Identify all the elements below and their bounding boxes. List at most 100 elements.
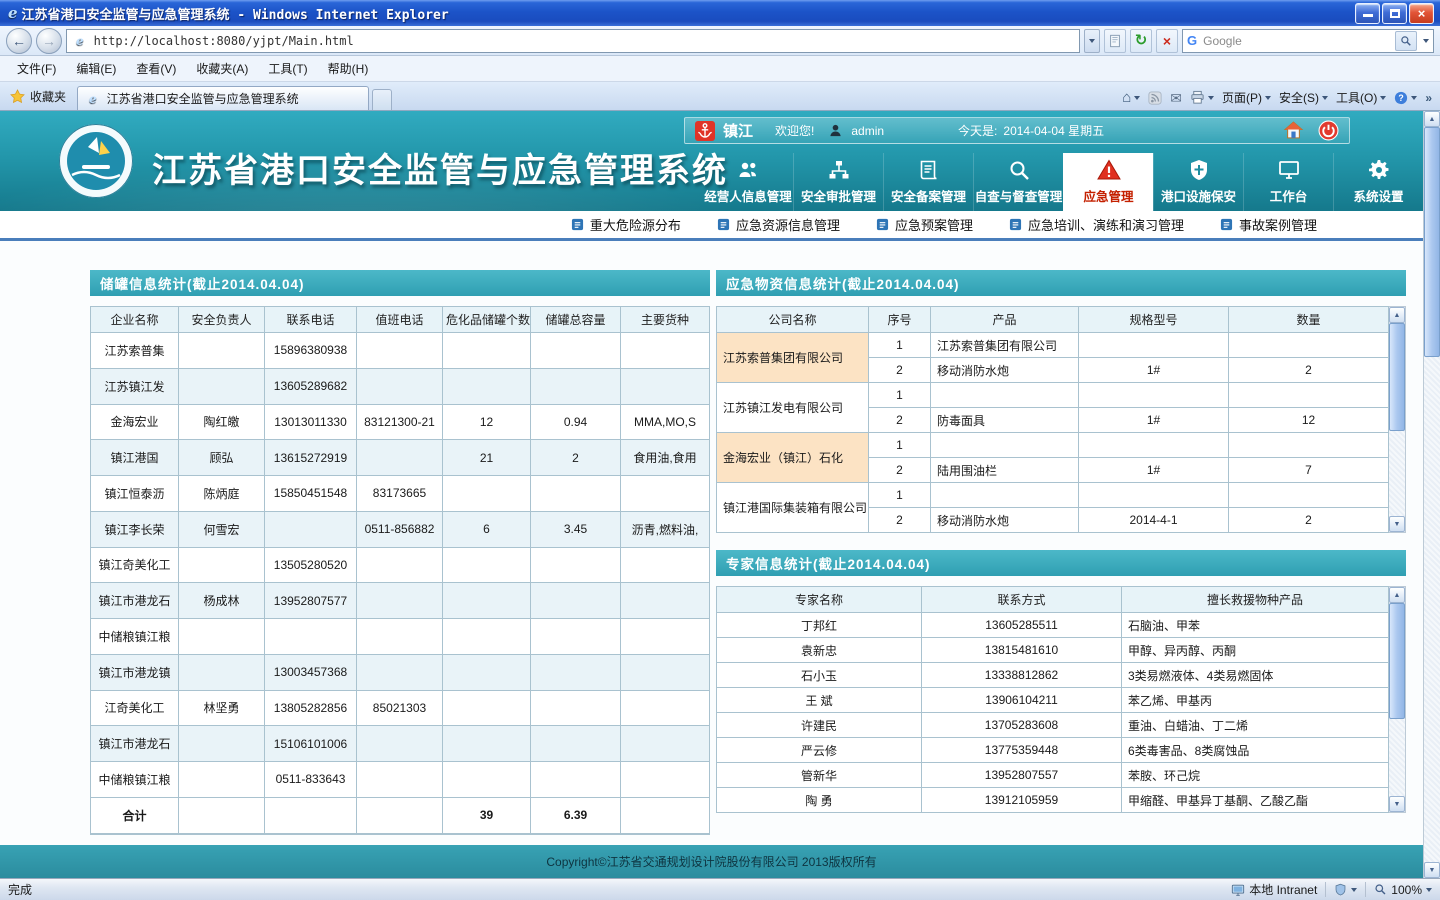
table-row[interactable]: 中储粮镇江粮0511-833643 bbox=[91, 762, 710, 798]
forward-button[interactable]: → bbox=[36, 28, 62, 54]
logout-power-icon[interactable] bbox=[1318, 120, 1339, 141]
org-chart-icon bbox=[827, 158, 851, 182]
scroll-thumb[interactable] bbox=[1389, 323, 1405, 431]
subnav-item-hazard-map[interactable]: 重大危险源分布 bbox=[571, 215, 681, 234]
table-row[interactable]: 袁新忠13815481610甲醇、异丙醇、丙酮 bbox=[717, 638, 1389, 663]
table-cell bbox=[443, 476, 531, 512]
scroll-up-icon[interactable]: ▲ bbox=[1389, 307, 1405, 323]
table-row[interactable]: 金海宏业陶红皦1301301133083121300-21120.94MMA,M… bbox=[91, 404, 710, 440]
table-row[interactable]: 镇江市港龙石杨成林13952807577 bbox=[91, 583, 710, 619]
scroll-up-icon[interactable]: ▲ bbox=[1389, 587, 1405, 603]
menu-tools[interactable]: 工具(T) bbox=[259, 56, 316, 81]
menu-help[interactable]: 帮助(H) bbox=[319, 56, 378, 81]
nav-label: 系统设置 bbox=[1353, 186, 1403, 205]
table-row[interactable]: 丁邦红13605285511石脑油、甲苯 bbox=[717, 613, 1389, 638]
zoom-control[interactable]: 100% bbox=[1374, 883, 1432, 897]
chevron-down-icon bbox=[1411, 96, 1417, 100]
table-row[interactable]: 合计396.39 bbox=[91, 797, 710, 833]
table-row[interactable]: 镇江市港龙石15106101006 bbox=[91, 726, 710, 762]
table-row[interactable]: 江苏镇江发13605289682 bbox=[91, 368, 710, 404]
scroll-thumb[interactable] bbox=[1389, 603, 1405, 719]
nav-item-port-security[interactable]: 港口设施保安 bbox=[1153, 153, 1243, 211]
table-cell bbox=[265, 511, 357, 547]
new-tab-button[interactable] bbox=[372, 89, 392, 110]
toolbar-overflow-button[interactable]: » bbox=[1425, 91, 1432, 105]
table-row[interactable]: 管新华13952807557苯胺、环己烷 bbox=[717, 763, 1389, 788]
scroll-down-icon[interactable]: ▼ bbox=[1389, 796, 1405, 812]
nav-item-operators[interactable]: 经营人信息管理 bbox=[703, 153, 793, 211]
table-row[interactable]: 镇江市港龙镇13003457368 bbox=[91, 654, 710, 690]
page-scrollbar[interactable]: ▲ ▼ bbox=[1423, 111, 1440, 878]
maximize-button[interactable] bbox=[1382, 3, 1407, 24]
scroll-thumb[interactable] bbox=[1424, 127, 1440, 357]
table-row[interactable]: 江奇美化工林坚勇1380528285685021303 bbox=[91, 690, 710, 726]
search-dropdown-icon[interactable] bbox=[1423, 39, 1429, 43]
protected-mode-indicator[interactable] bbox=[1334, 883, 1357, 896]
address-bar[interactable]: e http://localhost:8080/yjpt/Main.html bbox=[66, 29, 1080, 53]
table-row[interactable]: 许建民13705283608重油、白蜡油、丁二烯 bbox=[717, 713, 1389, 738]
search-box[interactable]: G Google bbox=[1182, 29, 1434, 53]
close-button[interactable]: × bbox=[1409, 3, 1434, 24]
table-cell bbox=[931, 433, 1079, 458]
table-cell: 13013011330 bbox=[265, 404, 357, 440]
menu-edit[interactable]: 编辑(E) bbox=[67, 56, 125, 81]
nav-item-safety-approval[interactable]: 安全审批管理 bbox=[793, 153, 883, 211]
nav-item-inspection[interactable]: 自查与督查管理 bbox=[973, 153, 1063, 211]
minimize-button[interactable] bbox=[1355, 3, 1380, 24]
refresh-button[interactable]: ↻ bbox=[1130, 29, 1152, 53]
table-row[interactable]: 王 斌13906104211苯乙烯、甲基丙 bbox=[717, 688, 1389, 713]
subnav-item-plans[interactable]: 应急预案管理 bbox=[876, 215, 973, 234]
table-row[interactable]: 江苏索普集15896380938 bbox=[91, 333, 710, 369]
table-cell bbox=[357, 368, 443, 404]
browser-tab[interactable]: e 江苏省港口安全监管与应急管理系统 bbox=[77, 86, 369, 110]
subnav-item-resources[interactable]: 应急资源信息管理 bbox=[717, 215, 840, 234]
table-cell bbox=[265, 797, 357, 833]
table-row[interactable]: 江苏镇江发电有限公司1 bbox=[717, 383, 1389, 408]
stop-button[interactable]: × bbox=[1156, 29, 1178, 53]
back-button[interactable]: ← bbox=[6, 28, 32, 54]
nav-item-emergency[interactable]: 应急管理 bbox=[1063, 153, 1153, 211]
table-cell: 1 bbox=[869, 383, 931, 408]
company-cell: 镇江港国际集装箱有限公司 bbox=[717, 483, 869, 533]
compatibility-view-button[interactable] bbox=[1104, 29, 1126, 53]
subnav-item-training[interactable]: 应急培训、演练和演习管理 bbox=[1009, 215, 1184, 234]
table-row[interactable]: 江苏索普集团有限公司1江苏索普集团有限公司 bbox=[717, 333, 1389, 358]
table-row[interactable]: 石小玉133388128623类易燃液体、4类易燃固体 bbox=[717, 663, 1389, 688]
table-row[interactable]: 镇江恒泰沥陈炳庭1585045154883173665 bbox=[91, 476, 710, 512]
search-button[interactable] bbox=[1395, 31, 1417, 51]
safety-menu-button[interactable]: 安全(S) bbox=[1279, 89, 1328, 106]
help-button[interactable]: ? bbox=[1394, 91, 1417, 105]
feeds-button[interactable] bbox=[1148, 91, 1162, 105]
table-row[interactable]: 镇江港国顾弘13615272919212食用油,食用 bbox=[91, 440, 710, 476]
table-row[interactable]: 镇江奇美化工13505280520 bbox=[91, 547, 710, 583]
menu-favorites[interactable]: 收藏夹(A) bbox=[187, 56, 257, 81]
scroll-down-icon[interactable]: ▼ bbox=[1389, 516, 1405, 532]
table-row[interactable]: 镇江李长荣何雪宏0511-85688263.45沥青,燃料油, bbox=[91, 511, 710, 547]
status-bar: 完成 本地 Intranet 100% bbox=[0, 878, 1440, 900]
page-menu-button[interactable]: 页面(P) bbox=[1222, 89, 1271, 106]
table-row[interactable]: 严云修137753594486类毒害品、8类腐蚀品 bbox=[717, 738, 1389, 763]
nav-item-safety-record[interactable]: 安全备案管理 bbox=[883, 153, 973, 211]
table-row[interactable]: 金海宏业（镇江）石化1 bbox=[717, 433, 1389, 458]
table-row[interactable]: 镇江港国际集装箱有限公司1 bbox=[717, 483, 1389, 508]
menu-file[interactable]: 文件(F) bbox=[8, 56, 65, 81]
table-row[interactable]: 陶 勇13912105959甲缩醛、甲基异丁基酮、乙酸乙酯 bbox=[717, 788, 1389, 813]
date-value: 2014-04-04 星期五 bbox=[1003, 122, 1104, 139]
scroll-up-icon[interactable]: ▲ bbox=[1424, 111, 1440, 127]
print-button[interactable] bbox=[1190, 90, 1214, 105]
experts-scrollbar[interactable]: ▲ ▼ bbox=[1389, 586, 1406, 813]
favorites-button[interactable]: 收藏夹 bbox=[4, 84, 74, 110]
menu-view[interactable]: 查看(V) bbox=[127, 56, 185, 81]
read-mail-button[interactable]: ✉ bbox=[1170, 91, 1182, 105]
homepage-icon[interactable] bbox=[1283, 120, 1304, 141]
supplies-scrollbar[interactable]: ▲ ▼ bbox=[1389, 306, 1406, 533]
subnav-item-cases[interactable]: 事故案例管理 bbox=[1220, 215, 1317, 234]
home-button[interactable]: ⌂ bbox=[1122, 90, 1140, 105]
tools-menu-button[interactable]: 工具(O) bbox=[1336, 89, 1386, 106]
scroll-down-icon[interactable]: ▼ bbox=[1424, 862, 1440, 878]
nav-item-settings[interactable]: 系统设置 bbox=[1333, 153, 1423, 211]
table-row[interactable]: 中储粮镇江粮 bbox=[91, 619, 710, 655]
search-input[interactable]: Google bbox=[1203, 34, 1389, 48]
address-dropdown-button[interactable] bbox=[1084, 29, 1100, 53]
nav-item-workbench[interactable]: 工作台 bbox=[1243, 153, 1333, 211]
